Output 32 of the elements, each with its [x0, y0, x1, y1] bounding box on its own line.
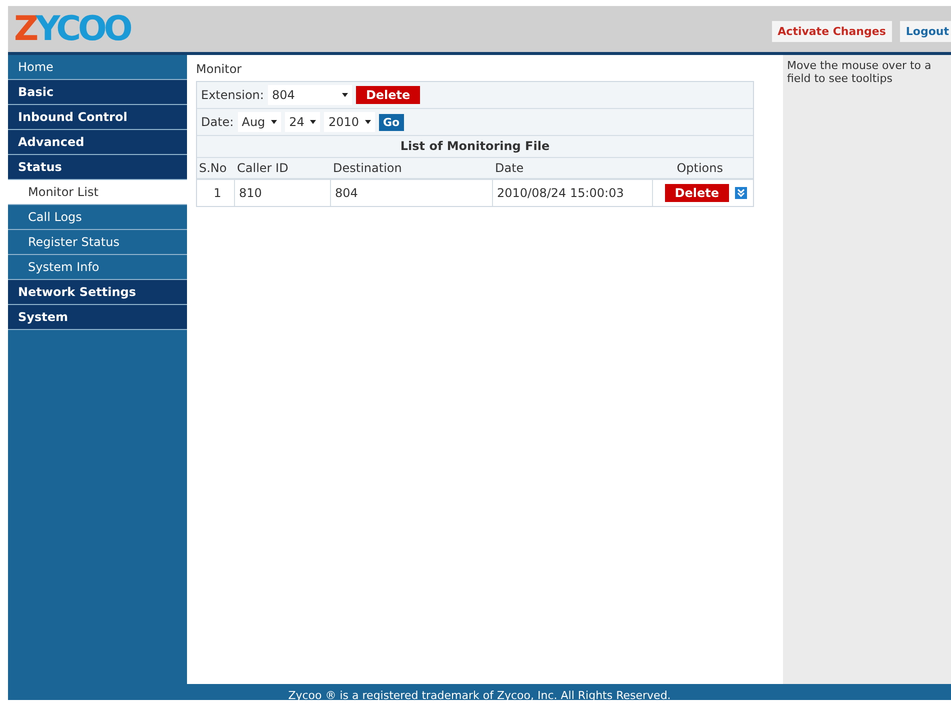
- caret-icon: [365, 120, 371, 124]
- sidebar-item[interactable]: Network Settings: [8, 280, 187, 305]
- go-button[interactable]: Go: [379, 114, 404, 130]
- table-title: List of Monitoring File: [197, 136, 753, 158]
- table-cell: 2010/08/24 15:00:03: [493, 180, 653, 206]
- logo: ZYCOO: [13, 9, 130, 49]
- year-dropdown[interactable]: 2010: [324, 112, 375, 132]
- extension-dropdown[interactable]: 804: [268, 85, 352, 105]
- page-title: Monitor: [196, 61, 243, 78]
- caret-icon: [342, 93, 348, 97]
- sidebar-item[interactable]: Basic: [8, 80, 187, 105]
- caret-icon: [271, 120, 278, 124]
- sidebar-item[interactable]: System: [8, 305, 187, 330]
- download-icon[interactable]: [735, 187, 747, 199]
- activate-button[interactable]: Activate Changes: [772, 21, 892, 42]
- table-cell: 810: [235, 180, 331, 206]
- date-label: Date:: [201, 115, 234, 129]
- delete-button[interactable]: Delete: [664, 184, 729, 202]
- sidebar-item[interactable]: Advanced: [8, 130, 187, 155]
- day-dropdown[interactable]: 24: [285, 112, 320, 132]
- table-cell: 1: [197, 180, 235, 206]
- delete-button[interactable]: Delete: [356, 86, 420, 104]
- footer-text: Zycoo ® is a registered trademark of Zycoo, Inc. All Rights Reserved.: [288, 689, 671, 702]
- sidebar-item[interactable]: Monitor List: [8, 180, 187, 205]
- table-cell: 804: [331, 180, 493, 206]
- extension-label: Extension:: [201, 88, 264, 102]
- tooltip-text: Move the mouse over to a field to see tooltips: [787, 59, 932, 85]
- sidebar-item[interactable]: Status: [8, 155, 187, 180]
- sidebar-item[interactable]: Inbound Control: [8, 105, 187, 130]
- logout-button[interactable]: Logout: [900, 21, 951, 42]
- caret-icon: [310, 120, 316, 124]
- month-dropdown[interactable]: Aug: [238, 112, 282, 132]
